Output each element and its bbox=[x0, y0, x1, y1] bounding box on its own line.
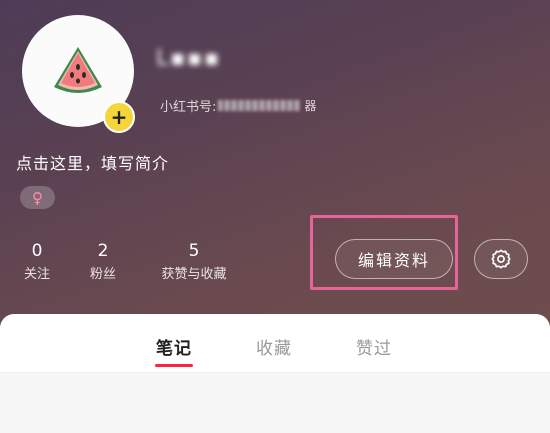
female-icon: ♀ bbox=[32, 188, 43, 207]
bio-prompt[interactable]: 点击这里，填写简介 bbox=[16, 150, 169, 174]
notes-feed bbox=[0, 373, 550, 433]
stat-likes-label: 获赞与收藏 bbox=[161, 267, 227, 282]
user-id-row: 小红书号: 器 bbox=[160, 96, 316, 115]
stat-fans[interactable]: 2 粉丝 bbox=[84, 240, 122, 284]
tab-collections[interactable]: 收藏 bbox=[256, 334, 292, 359]
tab-liked[interactable]: 赞过 bbox=[356, 334, 392, 359]
stat-fans-label: 粉丝 bbox=[89, 267, 116, 282]
gear-icon bbox=[491, 249, 511, 269]
stat-following-label: 关注 bbox=[23, 267, 50, 282]
stat-following-value: 0 bbox=[31, 241, 43, 261]
stat-fans-value: 2 bbox=[97, 241, 109, 261]
watermelon-icon bbox=[54, 47, 102, 93]
profile-header: + L▪▪▪ 小红书号: 器 点击这里，填写简介 ♀ 0 关注 2 粉丝 5 获… bbox=[0, 0, 550, 330]
stat-following[interactable]: 0 关注 bbox=[20, 240, 54, 284]
gender-tag: ♀ bbox=[20, 186, 55, 209]
username: L▪▪▪ bbox=[156, 46, 221, 71]
stat-likes-value: 5 bbox=[188, 241, 200, 261]
add-avatar-button[interactable]: + bbox=[103, 101, 135, 133]
content-panel: 笔记 收藏 赞过 bbox=[0, 314, 550, 433]
user-id-value bbox=[218, 100, 301, 111]
active-tab-indicator bbox=[155, 364, 193, 367]
settings-button[interactable] bbox=[474, 239, 528, 279]
tab-notes[interactable]: 笔记 bbox=[156, 334, 192, 359]
qr-code-icon[interactable]: 器 bbox=[304, 97, 316, 114]
edit-profile-button[interactable]: 编辑资料 bbox=[335, 239, 453, 279]
stat-likes-collects[interactable]: 5 获赞与收藏 bbox=[152, 240, 236, 284]
user-id-label: 小红书号: bbox=[160, 100, 217, 115]
